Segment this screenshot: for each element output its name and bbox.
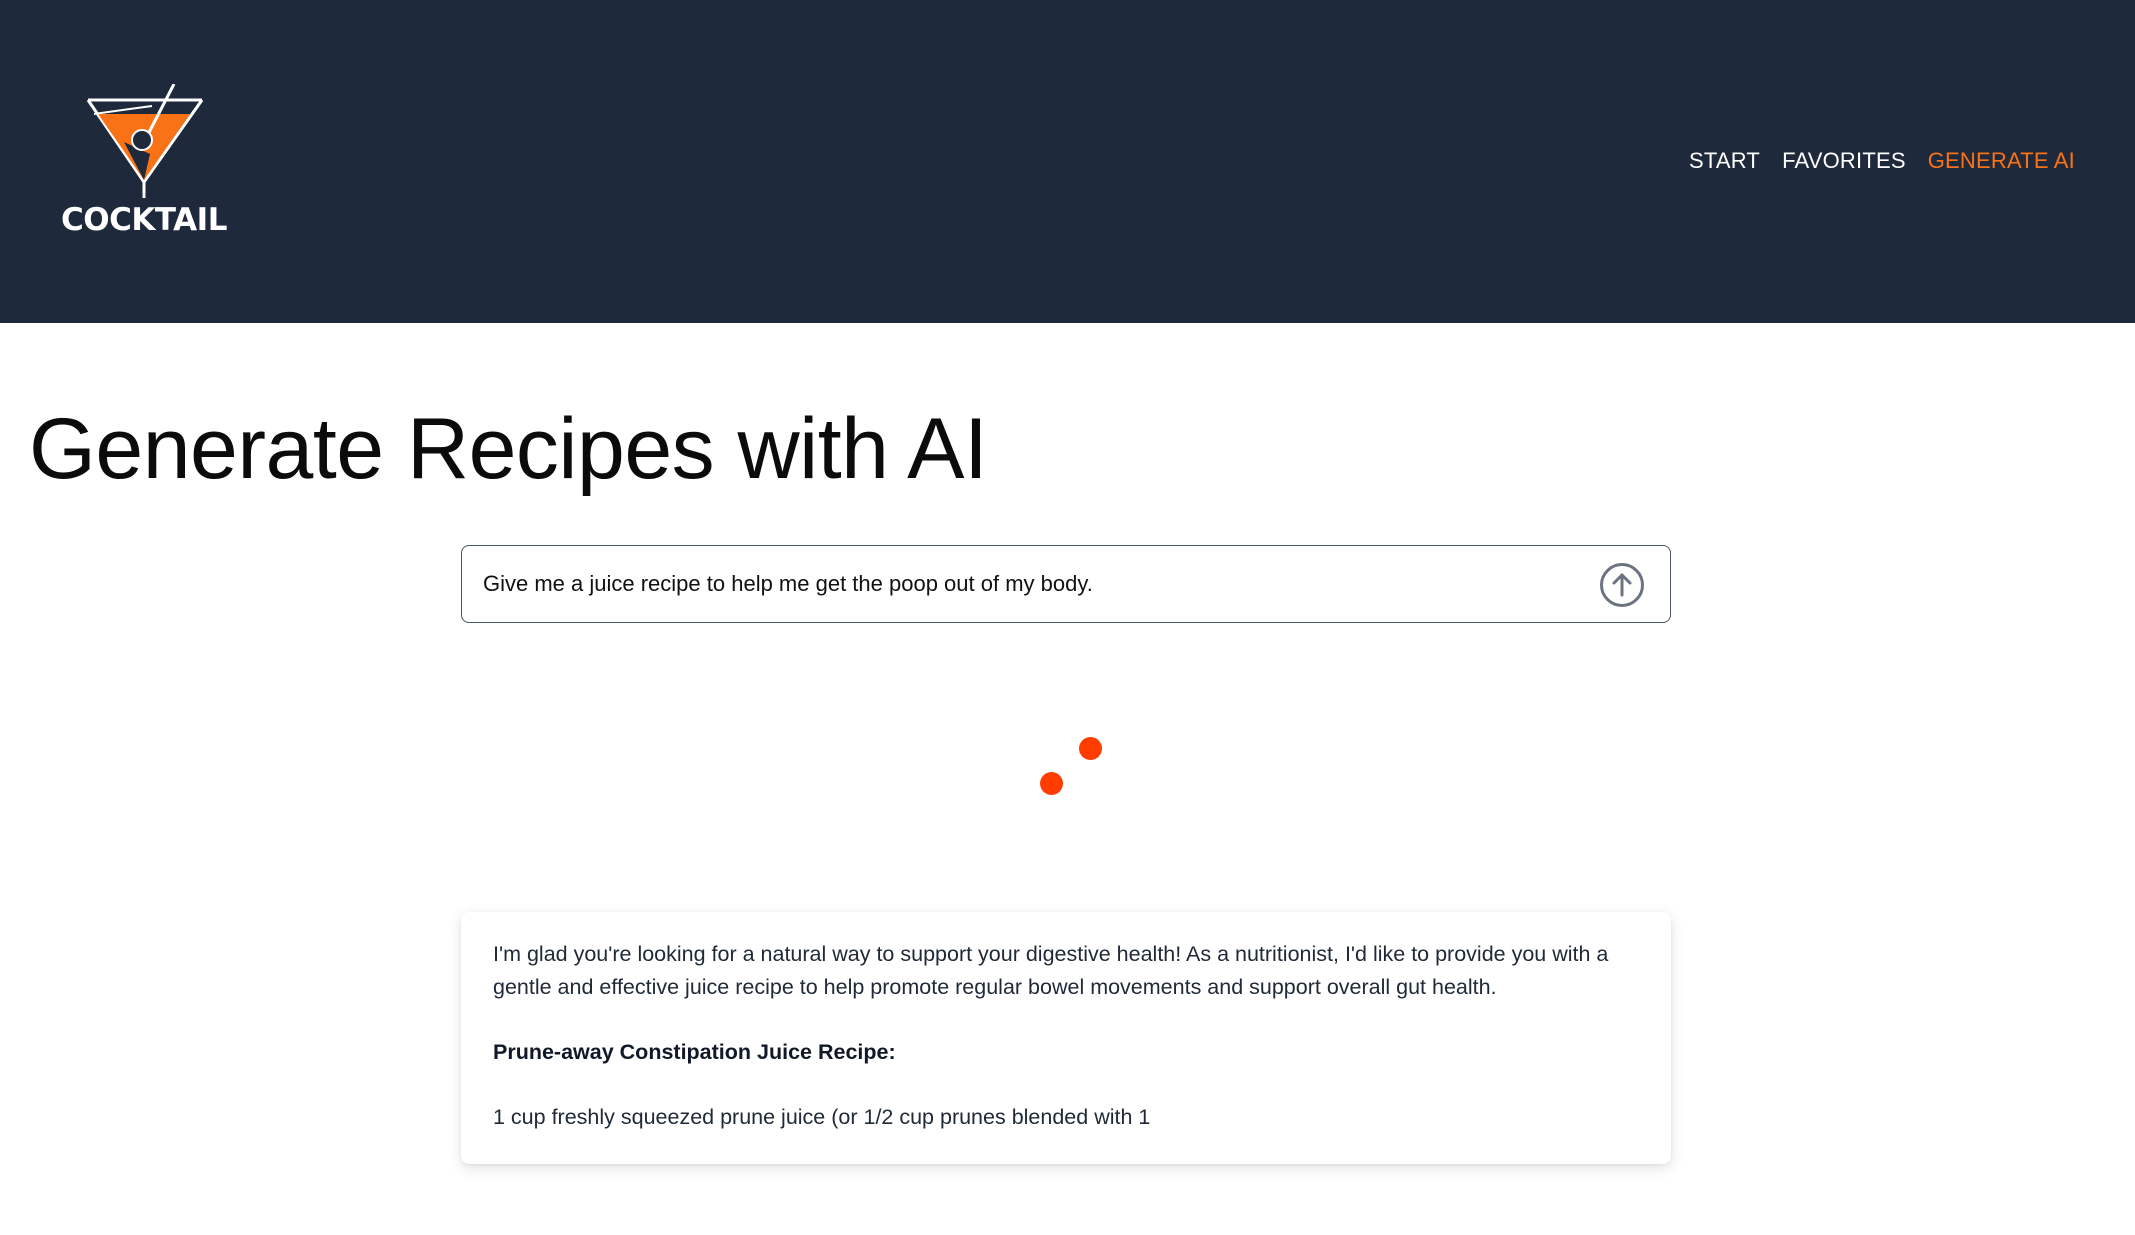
nav-generate-ai[interactable]: GENERATE AI [1928,148,2075,174]
prompt-input[interactable] [483,546,1563,621]
arrow-up-circle-icon [1600,563,1644,607]
response-heading: Prune-away Constipation Juice Recipe: [493,1040,896,1064]
send-button[interactable] [1599,562,1645,608]
page-title: Generate Recipes with AI [29,401,988,497]
nav-favorites[interactable]: FAVORITES [1782,148,1906,174]
martini-glass-icon [86,84,204,198]
loading-spinner [1030,730,1102,800]
prompt-form [461,545,1671,623]
response-intro: I'm glad you're looking for a natural wa… [493,942,1609,999]
cocktail-logo[interactable]: COCKTAIL [54,84,234,244]
site-header: COCKTAIL START FAVORITES GENERATE AI [0,0,2135,323]
logo-text: COCKTAIL [61,202,227,238]
nav-start[interactable]: START [1689,148,1760,174]
ai-response-card: I'm glad you're looking for a natural wa… [461,912,1671,1164]
spinner-dot [1040,772,1063,795]
spinner-dot [1079,737,1102,760]
main-nav: START FAVORITES GENERATE AI [1689,148,2075,174]
response-ingredient-line: 1 cup freshly squeezed prune juice (or 1… [493,1105,1151,1129]
